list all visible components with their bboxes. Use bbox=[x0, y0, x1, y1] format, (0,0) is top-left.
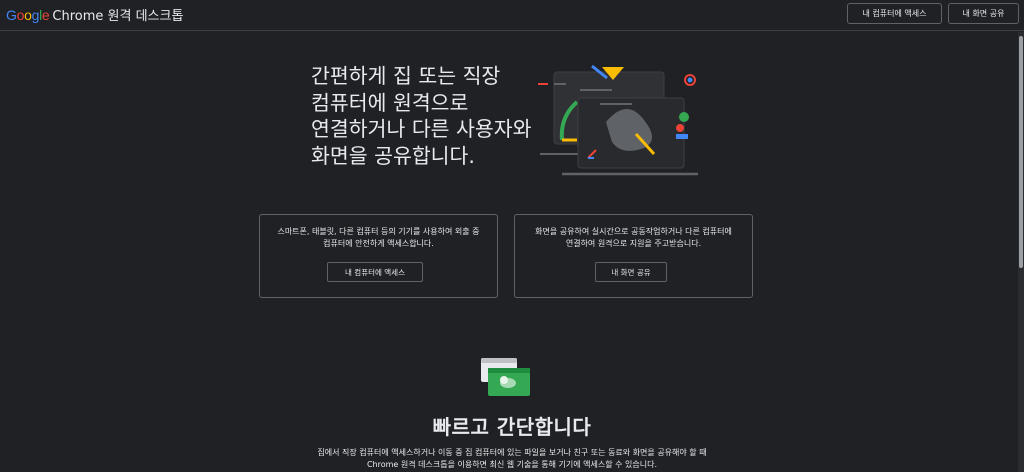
windows-stack-icon bbox=[481, 358, 530, 396]
remote-desktop-illustration bbox=[538, 64, 698, 176]
scrollbar-thumb[interactable] bbox=[1019, 36, 1023, 268]
share-my-screen-button[interactable]: 내 화면 공유 bbox=[948, 3, 1019, 24]
brand-logo[interactable]: Google Chrome 원격 데스크톱 bbox=[6, 5, 183, 25]
access-card: 스마트폰, 태블릿, 다른 컴퓨터 등의 기기를 사용하여 외출 중 컴퓨터에 … bbox=[259, 214, 498, 298]
top-app-bar: Google Chrome 원격 데스크톱 내 컴퓨터에 액세스 내 화면 공유 bbox=[0, 0, 1024, 31]
feature-description: 집에서 직장 컴퓨터에 액세스하거나 이동 중 집 컴퓨터에 있는 파일을 보거… bbox=[317, 448, 707, 469]
share-card-description: 화면을 공유하여 실시간으로 공동작업하거나 다른 컴퓨터에 연결하여 원격으로… bbox=[535, 227, 732, 248]
feature-title: 빠르고 간단합니다 bbox=[432, 415, 592, 439]
access-my-computer-button[interactable]: 내 컴퓨터에 액세스 bbox=[847, 3, 942, 24]
access-my-computer-card-button[interactable]: 내 컴퓨터에 액세스 bbox=[327, 262, 423, 282]
hero-title: 간편하게 집 또는 직장 컴퓨터에 원격으로 연결하거나 다른 사용자와 화면을… bbox=[311, 64, 532, 168]
share-card: 화면을 공유하여 실시간으로 공동작업하거나 다른 컴퓨터에 연결하여 원격으로… bbox=[514, 214, 753, 298]
product-name: Chrome 원격 데스크톱 bbox=[52, 9, 184, 24]
share-my-screen-card-button[interactable]: 내 화면 공유 bbox=[595, 262, 667, 282]
access-card-description: 스마트폰, 태블릿, 다른 컴퓨터 등의 기기를 사용하여 외출 중 컴퓨터에 … bbox=[277, 227, 480, 248]
google-wordmark: Google bbox=[6, 7, 50, 23]
